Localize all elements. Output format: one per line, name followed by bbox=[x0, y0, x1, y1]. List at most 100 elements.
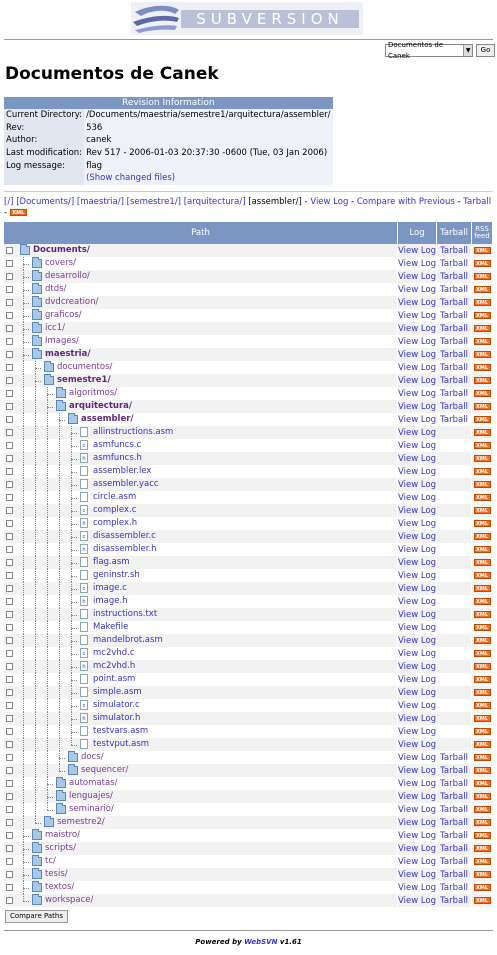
view-log-link[interactable]: View Log bbox=[398, 701, 436, 711]
xml-feed-icon[interactable]: XML bbox=[473, 857, 491, 865]
file-link[interactable]: complex.c bbox=[93, 505, 136, 515]
compare-checkbox[interactable] bbox=[6, 793, 13, 800]
compare-checkbox[interactable] bbox=[6, 663, 13, 670]
compare-checkbox[interactable] bbox=[6, 455, 13, 462]
folder-link[interactable]: semestre1/ bbox=[57, 375, 111, 385]
xml-feed-icon[interactable]: XML bbox=[473, 701, 491, 709]
xml-feed-icon[interactable]: XML bbox=[473, 441, 491, 449]
tarball-link[interactable]: Tarball bbox=[440, 883, 468, 893]
view-log-link[interactable]: View Log bbox=[398, 506, 436, 516]
compare-checkbox[interactable] bbox=[6, 806, 13, 813]
xml-feed-icon[interactable]: XML bbox=[473, 623, 491, 631]
view-log-link[interactable]: View Log bbox=[398, 818, 436, 828]
folder-link[interactable]: documentos/ bbox=[57, 362, 112, 372]
view-log-link[interactable]: View Log bbox=[398, 857, 436, 867]
folder-link[interactable]: Images/ bbox=[45, 336, 79, 346]
view-log-link[interactable]: View Log bbox=[398, 805, 436, 815]
compare-checkbox[interactable] bbox=[6, 403, 13, 410]
folder-link[interactable]: graficos/ bbox=[45, 310, 82, 320]
folder-link[interactable]: maestria/ bbox=[45, 349, 90, 359]
file-link[interactable]: disassembler.h bbox=[93, 544, 157, 554]
folder-link[interactable]: desarrollo/ bbox=[45, 271, 90, 281]
xml-feed-icon[interactable]: XML bbox=[473, 272, 491, 280]
tarball-link[interactable]: Tarball bbox=[440, 792, 468, 802]
tarball-link[interactable]: Tarball bbox=[440, 337, 468, 347]
tarball-link[interactable]: Tarball bbox=[440, 857, 468, 867]
xml-feed-icon[interactable]: XML bbox=[473, 376, 491, 384]
compare-checkbox[interactable] bbox=[6, 390, 13, 397]
view-log-link[interactable]: View Log bbox=[398, 571, 436, 581]
view-log-link[interactable]: View Log bbox=[398, 441, 436, 451]
view-log-link[interactable]: View Log bbox=[398, 688, 436, 698]
folder-link[interactable]: icc1/ bbox=[45, 323, 65, 333]
websvn-link[interactable]: WebSVN bbox=[244, 938, 277, 946]
file-link[interactable]: simulator.h bbox=[93, 713, 140, 723]
file-link[interactable]: asmfuncs.c bbox=[93, 440, 141, 450]
compare-checkbox[interactable] bbox=[6, 767, 13, 774]
xml-feed-icon[interactable]: XML bbox=[473, 389, 491, 397]
view-log-link[interactable]: View Log bbox=[398, 493, 436, 503]
compare-checkbox[interactable] bbox=[6, 546, 13, 553]
xml-feed-icon[interactable]: XML bbox=[473, 545, 491, 553]
compare-checkbox[interactable] bbox=[6, 325, 13, 332]
xml-feed-icon[interactable]: XML bbox=[473, 597, 491, 605]
view-log-link[interactable]: View Log bbox=[398, 324, 436, 334]
view-log-link[interactable]: View Log bbox=[398, 272, 436, 282]
compare-checkbox[interactable] bbox=[6, 819, 13, 826]
file-link[interactable]: disassembler.c bbox=[93, 531, 156, 541]
view-log-link[interactable]: View Log bbox=[398, 792, 436, 802]
xml-feed-icon[interactable]: XML bbox=[473, 454, 491, 462]
view-log-link[interactable]: View Log bbox=[398, 246, 436, 256]
view-log-link[interactable]: View Log bbox=[398, 844, 436, 854]
compare-checkbox[interactable] bbox=[6, 351, 13, 358]
folder-link[interactable]: textos/ bbox=[45, 882, 74, 892]
xml-feed-icon[interactable]: XML bbox=[473, 831, 491, 839]
tarball-link[interactable]: Tarball bbox=[440, 389, 468, 399]
compare-checkbox[interactable] bbox=[6, 572, 13, 579]
file-link[interactable]: instructions.txt bbox=[93, 609, 157, 619]
folder-link[interactable]: tc/ bbox=[45, 856, 56, 866]
view-log-link[interactable]: View Log bbox=[398, 545, 436, 555]
xml-feed-icon[interactable]: XML bbox=[473, 506, 491, 514]
compare-checkbox[interactable] bbox=[6, 858, 13, 865]
compare-checkbox[interactable] bbox=[6, 598, 13, 605]
view-log-link[interactable]: View Log bbox=[398, 532, 436, 542]
file-link[interactable]: Makefile bbox=[93, 622, 128, 632]
folder-link[interactable]: covers/ bbox=[45, 258, 76, 268]
file-link[interactable]: simple.asm bbox=[93, 687, 142, 697]
compare-checkbox[interactable] bbox=[6, 871, 13, 878]
xml-feed-icon[interactable]: XML bbox=[473, 532, 491, 540]
compare-paths-button[interactable]: Compare Paths bbox=[5, 910, 69, 923]
xml-feed-icon[interactable]: XML bbox=[473, 558, 491, 566]
file-link[interactable]: mandelbrot.asm bbox=[93, 635, 163, 645]
compare-checkbox[interactable] bbox=[6, 845, 13, 852]
view-log-link[interactable]: View Log bbox=[398, 623, 436, 633]
compare-checkbox[interactable] bbox=[6, 897, 13, 904]
xml-feed-icon[interactable]: XML bbox=[473, 714, 491, 722]
view-log-link[interactable]: View Log bbox=[398, 597, 436, 607]
file-link[interactable]: simulator.c bbox=[93, 700, 140, 710]
compare-checkbox[interactable] bbox=[6, 247, 13, 254]
file-link[interactable]: image.h bbox=[93, 596, 128, 606]
compare-checkbox[interactable] bbox=[6, 754, 13, 761]
tarball-link[interactable]: Tarball bbox=[440, 805, 468, 815]
repository-select[interactable]: Documentos de Canek ▼ bbox=[385, 41, 473, 60]
compare-checkbox[interactable] bbox=[6, 884, 13, 891]
tarball-link[interactable]: Tarball bbox=[463, 197, 491, 207]
view-log-link[interactable]: View Log bbox=[398, 831, 436, 841]
view-log-link[interactable]: View Log bbox=[398, 480, 436, 490]
xml-feed-icon[interactable]: XML bbox=[473, 636, 491, 644]
folder-link[interactable]: sequencer/ bbox=[81, 765, 128, 775]
view-log-link[interactable]: View Log bbox=[398, 662, 436, 672]
compare-checkbox[interactable] bbox=[6, 780, 13, 787]
tarball-link[interactable]: Tarball bbox=[440, 402, 468, 412]
folder-link[interactable]: lenguajes/ bbox=[69, 791, 113, 801]
view-log-link[interactable]: View Log bbox=[398, 779, 436, 789]
compare-checkbox[interactable] bbox=[6, 468, 13, 475]
xml-feed-icon[interactable]: XML bbox=[473, 805, 491, 813]
compare-checkbox[interactable] bbox=[6, 702, 13, 709]
compare-checkbox[interactable] bbox=[6, 260, 13, 267]
xml-feed-icon[interactable]: XML bbox=[473, 350, 491, 358]
xml-feed-icon[interactable]: XML bbox=[473, 688, 491, 696]
tarball-link[interactable]: Tarball bbox=[440, 896, 468, 906]
